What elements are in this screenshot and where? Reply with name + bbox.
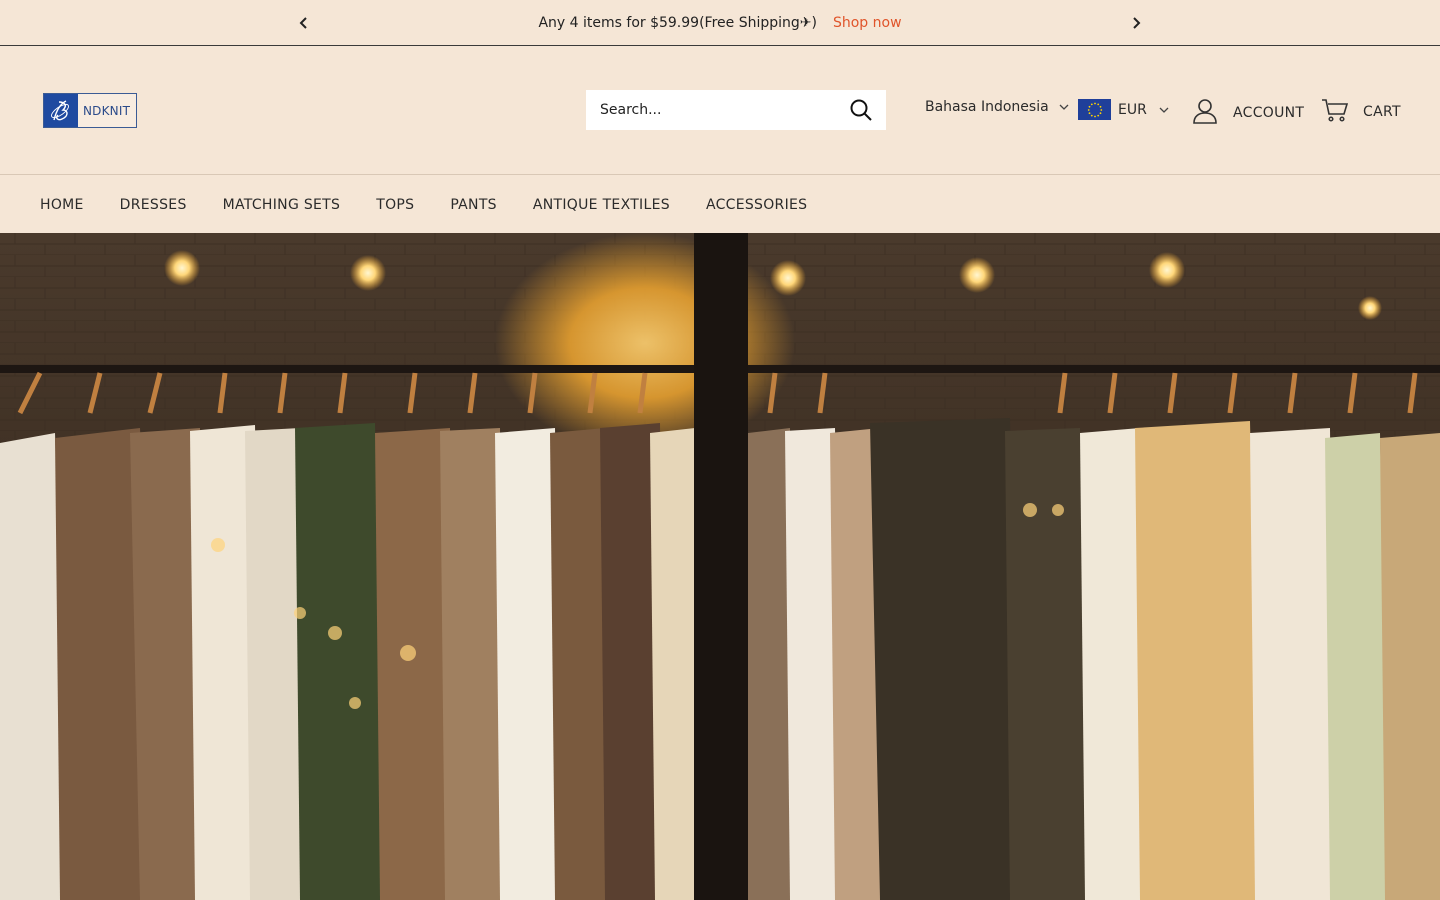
nav-item-antique-textiles[interactable]: ANTIQUE TEXTILES — [533, 197, 670, 213]
announcement-text: Any 4 items for $59.99(Free Shipping✈) — [538, 14, 817, 31]
search-bar — [586, 90, 886, 130]
eu-flag-icon — [1078, 99, 1111, 120]
site-header: NDKNIT Bahasa Indonesia EUR ACCOUN — [0, 47, 1440, 175]
nav-item-pants[interactable]: PANTS — [450, 197, 497, 213]
search-input[interactable] — [586, 90, 836, 130]
logo-mark-icon — [44, 94, 78, 127]
announcement-bar: Any 4 items for $59.99(Free Shipping✈) S… — [0, 0, 1440, 46]
cart-link[interactable]: CART — [1321, 97, 1401, 127]
shop-now-link[interactable]: Shop now — [833, 15, 902, 31]
logo-text: NDKNIT — [83, 103, 131, 118]
currency-selector[interactable]: EUR — [1078, 99, 1169, 120]
search-icon[interactable] — [836, 90, 886, 130]
hero-image — [0, 233, 1440, 900]
cart-icon — [1321, 97, 1349, 127]
account-label: ACCOUNT — [1233, 105, 1305, 121]
user-icon — [1191, 97, 1219, 129]
language-label: Bahasa Indonesia — [925, 99, 1049, 115]
main-nav: HOME DRESSES MATCHING SETS TOPS PANTS AN… — [0, 176, 1440, 233]
brand-logo[interactable]: NDKNIT — [43, 93, 137, 128]
cart-label: CART — [1363, 104, 1401, 120]
nav-item-tops[interactable]: TOPS — [376, 197, 414, 213]
nav-item-home[interactable]: HOME — [40, 197, 84, 213]
account-link[interactable]: ACCOUNT — [1191, 97, 1304, 129]
nav-item-matching-sets[interactable]: MATCHING SETS — [223, 197, 341, 213]
hero-banner[interactable] — [0, 233, 1440, 900]
chevron-right-icon[interactable] — [1124, 11, 1148, 35]
chevron-left-icon[interactable] — [292, 11, 316, 35]
currency-label: EUR — [1118, 101, 1147, 118]
nav-item-accessories[interactable]: ACCESSORIES — [706, 197, 807, 213]
language-selector[interactable]: Bahasa Indonesia — [925, 99, 1069, 115]
nav-item-dresses[interactable]: DRESSES — [120, 197, 187, 213]
chevron-down-icon — [1159, 102, 1169, 118]
chevron-down-icon — [1059, 99, 1069, 115]
